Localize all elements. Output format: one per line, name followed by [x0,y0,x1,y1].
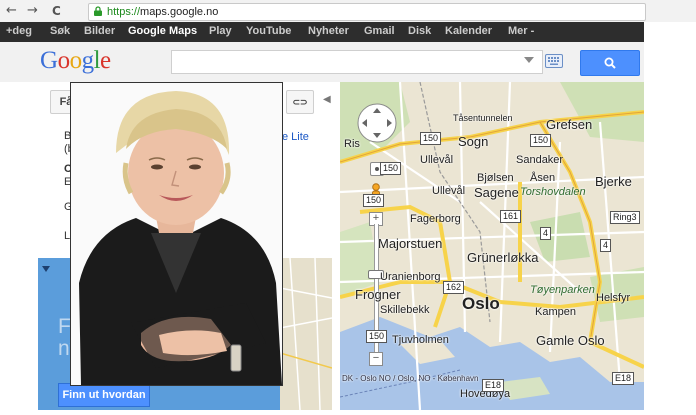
magnifier-icon [604,57,616,69]
gbar-item-more[interactable]: Mer - [508,25,534,37]
map-label: Sogn [458,134,489,149]
map-label: Oslo [462,294,500,313]
gbar-item-images[interactable]: Bilder [84,25,115,37]
page-margin [644,22,696,410]
pan-control-icon[interactable] [356,102,398,144]
gbar-item-calendar[interactable]: Kalender [445,25,492,37]
map-label: Uranienborg [380,271,441,283]
map-label: Grefsen [546,117,593,132]
link-button[interactable]: ⊂⊃ [286,90,314,114]
map-view[interactable]: + − Oslo Sagene Sogn Ullevål Ullevål Grü… [340,82,644,410]
dropdown-arrow-icon[interactable] [524,57,534,63]
gbar-item-youtube[interactable]: YouTube [246,25,291,37]
road-shield: 4 [600,239,612,252]
map-label: Grünerløkka [467,250,539,265]
map-label: Sandaker [516,154,564,166]
search-input[interactable] [171,50,543,74]
map-label: DK - Oslo NO / Oslo, NO - København [342,374,479,383]
road-shield: 150 [366,330,388,343]
road-shield: 150 [380,162,402,175]
gbar-item-search[interactable]: Søk [50,25,70,37]
gbar-item-news[interactable]: Nyheter [308,25,349,37]
road-shield: 150 [363,194,385,207]
map-label: Majorstuen [378,236,443,251]
road-shield: 150 [420,132,442,145]
map-label: Frogner [355,287,401,302]
road-shield: Ring3 [610,211,640,224]
map-label: Bjerke [595,174,632,189]
map-label: Bjølsen [477,172,514,184]
map-label: Sagene [474,185,519,200]
gbar-item-drive[interactable]: Disk [408,25,431,37]
gbar-item-play[interactable]: Play [209,25,232,37]
zoom-out-button[interactable]: − [369,352,383,366]
url-host: maps.google.no [140,6,219,18]
map-label: Åsen [530,172,556,184]
road-shield: E18 [612,372,635,385]
gbar-item-gmail[interactable]: Gmail [364,25,395,37]
person-portrait-image [71,83,282,385]
map-label: Ris [344,138,360,150]
road-shield: E18 [482,379,505,392]
gbar-item-plus[interactable]: +deg [6,25,32,37]
google-logo[interactable]: Google [40,47,111,75]
search-button[interactable] [580,50,640,76]
collapse-panel-icon[interactable]: ◀ [323,94,331,105]
map-label: Helsfyr [596,292,631,304]
promo-map-thumbnail [279,257,333,411]
back-button[interactable]: ← [6,3,17,18]
map-label: Ullevål [420,154,454,166]
map-label: Skillebekk [380,304,430,316]
map-label: Tøyenparken [530,284,595,296]
road-shield: 150 [530,134,552,147]
road-shield: 4 [540,227,552,240]
url-scheme: https:// [107,6,141,18]
reload-button[interactable]: C [52,4,61,18]
map-label: Gamle Oslo [536,333,605,348]
road-shield: 161 [500,210,522,223]
map-label: Ullevål [432,185,466,197]
promo-toggle-icon[interactable] [42,266,50,272]
address-bar[interactable]: https://maps.google.no [88,3,646,21]
gbar-item-maps[interactable]: Google Maps [128,25,197,37]
portrait-photo [70,82,283,386]
google-bar: +deg Søk Bilder Google Maps Play YouTube… [0,22,644,42]
keyboard-icon[interactable] [545,54,563,68]
map-label: Tåsentunnelen [453,113,513,123]
map-label: Torshovdalen [520,186,586,198]
road-shield: 162 [443,281,465,294]
map-label: Kampen [535,306,576,318]
lock-icon [94,6,102,16]
map-label: Tjuvholmen [392,334,449,346]
lite-mode-link[interactable]: e Lite [282,131,309,143]
forward-button[interactable]: → [27,3,38,18]
find-out-how-button[interactable]: Finn ut hvordan [58,383,150,407]
map-label: Fagerborg [410,213,461,225]
